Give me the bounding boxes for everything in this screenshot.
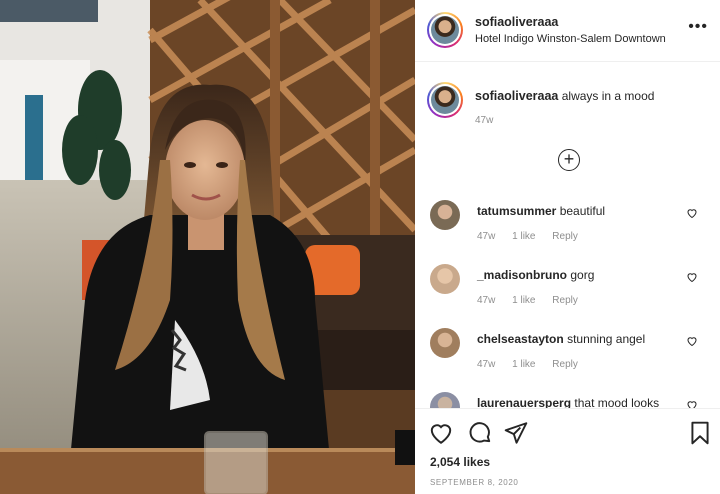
- comment-item: chelseastayton stunning angel 47w 1 like…: [415, 323, 720, 387]
- caption-text: always in a mood: [561, 89, 655, 103]
- heart-icon[interactable]: [686, 271, 698, 283]
- heart-icon[interactable]: [686, 399, 698, 408]
- bookmark-icon[interactable]: [687, 420, 713, 446]
- comment-username[interactable]: chelseastayton: [477, 332, 564, 346]
- comments-list: tatumsummer beautiful 47w 1 like Reply _…: [415, 195, 720, 408]
- comment-icon[interactable]: [467, 420, 493, 446]
- comment-line: _madisonbruno gorg: [477, 268, 594, 282]
- plus-circle-icon[interactable]: +: [558, 149, 580, 171]
- actions-divider: [415, 408, 720, 409]
- comment-item: _madisonbruno gorg 47w 1 like Reply: [415, 259, 720, 323]
- comment-text: that mood looks: [574, 396, 660, 408]
- post-detail-panel: sofiaoliveraaa Hotel Indigo Winston-Sale…: [415, 0, 720, 494]
- comment-meta: 47w 1 like Reply: [477, 359, 592, 370]
- commenter-avatar[interactable]: [430, 264, 460, 294]
- comment-age: 47w: [477, 295, 496, 306]
- comment-username[interactable]: tatumsummer: [477, 204, 556, 218]
- post-photo[interactable]: [0, 0, 415, 494]
- comment-meta: 47w 1 like Reply: [477, 295, 592, 306]
- comment-text: stunning angel: [567, 332, 646, 346]
- caption-username[interactable]: sofiaoliveraaa: [475, 89, 558, 103]
- comment-username[interactable]: laurenauersperg: [477, 396, 571, 408]
- post-actions: [415, 420, 720, 450]
- post-header: sofiaoliveraaa Hotel Indigo Winston-Sale…: [415, 0, 720, 62]
- comment-age: 47w: [477, 231, 496, 242]
- comment-meta: 47w 1 like Reply: [477, 231, 592, 242]
- post-date: SEPTEMBER 8, 2020: [430, 478, 519, 487]
- caption-age: 47w: [475, 115, 494, 126]
- commenter-avatar[interactable]: [430, 328, 460, 358]
- heart-icon[interactable]: [686, 207, 698, 219]
- comment-username[interactable]: _madisonbruno: [477, 268, 567, 282]
- comment-reply[interactable]: Reply: [552, 231, 578, 242]
- comment-line: chelseastayton stunning angel: [477, 332, 645, 346]
- author-username[interactable]: sofiaoliveraaa: [475, 15, 558, 29]
- comment-likes[interactable]: 1 like: [512, 231, 535, 242]
- likes-count[interactable]: 2,054 likes: [430, 455, 490, 469]
- comment-reply[interactable]: Reply: [552, 295, 578, 306]
- comment-line: tatumsummer beautiful: [477, 204, 605, 218]
- commenter-avatar[interactable]: [430, 200, 460, 230]
- heart-icon[interactable]: [686, 335, 698, 347]
- caption-avatar[interactable]: [427, 82, 463, 118]
- comment-item: laurenauersperg that mood looks: [415, 387, 720, 408]
- comment-line: laurenauersperg that mood looks: [477, 396, 659, 408]
- commenter-avatar[interactable]: [430, 392, 460, 408]
- comment-text: gorg: [570, 268, 595, 282]
- heart-icon[interactable]: [428, 420, 454, 446]
- comment-item: tatumsummer beautiful 47w 1 like Reply: [415, 195, 720, 259]
- comment-likes[interactable]: 1 like: [512, 359, 535, 370]
- post-photo-image: [0, 0, 415, 494]
- author-avatar[interactable]: [427, 12, 463, 48]
- more-horizontal-icon[interactable]: •••: [688, 18, 708, 36]
- comment-reply[interactable]: Reply: [552, 359, 578, 370]
- share-icon[interactable]: [503, 420, 529, 446]
- comment-age: 47w: [477, 359, 496, 370]
- post-location[interactable]: Hotel Indigo Winston-Salem Downtown: [475, 33, 666, 45]
- comment-text: beautiful: [559, 204, 606, 218]
- comment-likes[interactable]: 1 like: [512, 295, 535, 306]
- caption-line: sofiaoliveraaa always in a mood: [475, 89, 654, 103]
